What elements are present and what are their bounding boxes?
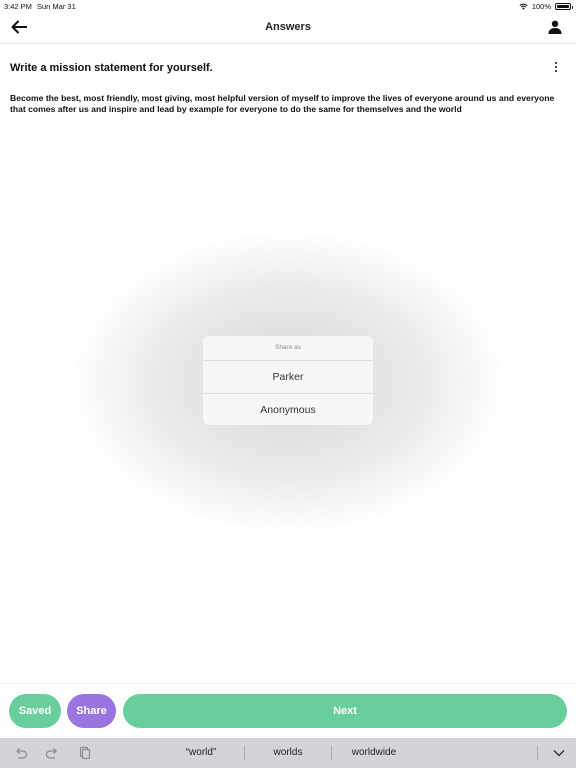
battery-icon — [555, 3, 573, 10]
redo-icon[interactable] — [45, 746, 59, 760]
question-title: Write a mission statement for yourself. — [10, 62, 213, 74]
battery-percent: 100% — [531, 2, 551, 11]
bottom-action-bar: Saved Share Next — [0, 683, 576, 739]
share-button[interactable]: Share — [67, 694, 116, 728]
more-vertical-icon[interactable] — [552, 61, 560, 73]
share-as-anonymous-option[interactable]: Anonymous — [203, 393, 373, 425]
share-action-sheet: Share as Parker Anonymous — [203, 336, 373, 425]
share-sheet-header: Share as — [203, 336, 373, 361]
chevron-down-icon[interactable] — [552, 746, 566, 760]
answer-text: Become the best, most friendly, most giv… — [10, 93, 555, 114]
saved-button[interactable]: Saved — [9, 694, 61, 728]
share-as-parker-option[interactable]: Parker — [203, 361, 373, 393]
status-bar: 3:42 PM Sun Mar 31 100% — [0, 0, 576, 12]
keyboard-suggestion-bar: “world” worlds worldwide — [0, 738, 576, 768]
status-indicators: 100% — [519, 2, 573, 11]
undo-icon[interactable] — [14, 746, 28, 760]
status-time: 3:42 PM — [4, 2, 32, 11]
suggestion-item[interactable]: worldwide — [332, 738, 416, 768]
nav-bar: Answers — [0, 12, 576, 44]
paste-icon[interactable] — [77, 746, 91, 760]
suggestion-item[interactable]: worlds — [245, 738, 331, 768]
suggestion-divider — [537, 746, 538, 760]
page-title: Answers — [265, 21, 311, 33]
person-icon[interactable] — [548, 20, 562, 34]
battery-level — [557, 5, 569, 8]
status-date: Sun Mar 31 — [37, 2, 76, 11]
wifi-icon — [519, 3, 528, 10]
suggestion-item[interactable]: “world” — [158, 738, 244, 768]
next-button[interactable]: Next — [123, 694, 567, 728]
